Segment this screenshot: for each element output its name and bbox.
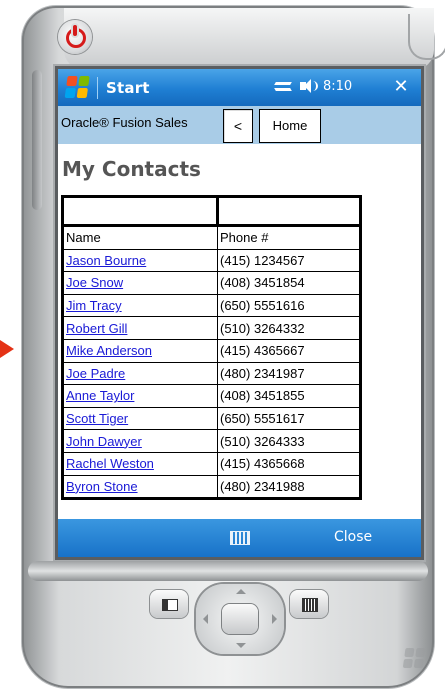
phone-filter-input[interactable]	[221, 200, 359, 222]
column-header-name[interactable]: Name	[61, 225, 218, 250]
filter-row	[61, 195, 362, 227]
contacts-table: Name Phone # Jason Bourne (415) 1234567 …	[61, 195, 362, 501]
contact-phone: (480) 2341987	[217, 361, 362, 386]
contact-name-link[interactable]: Robert Gill	[66, 321, 127, 336]
contact-name-link[interactable]: Byron Stone	[66, 479, 138, 494]
calendar-grid-icon	[302, 598, 318, 612]
contact-phone: (650) 5551617	[217, 406, 362, 431]
contact-card-icon	[162, 599, 178, 611]
table-row: Jason Bourne (415) 1234567	[61, 248, 362, 273]
dpad-action-button[interactable]	[222, 604, 258, 634]
contact-phone: (510) 3264333	[217, 429, 362, 453]
app-header: Oracle® Fusion Sales < Home	[58, 106, 421, 144]
dpad-left-icon	[203, 614, 208, 624]
left-hardware-key[interactable]	[150, 590, 188, 618]
contact-name-link[interactable]: Rachel Weston	[66, 456, 154, 471]
windows-logo-icon	[402, 648, 427, 670]
contact-phone: (408) 3451854	[217, 271, 362, 295]
contact-phone: (415) 4365667	[217, 338, 362, 363]
table-row: Byron Stone (480) 2341988	[61, 474, 362, 501]
contact-phone: (480) 2341988	[217, 474, 362, 501]
status-area: 8:10	[273, 78, 352, 94]
close-icon[interactable]: ✕	[388, 75, 414, 99]
table-row: Jim Tracy (650) 5551616	[61, 293, 362, 318]
dpad-down-icon	[236, 643, 246, 648]
power-button[interactable]	[58, 20, 92, 54]
table-row: Rachel Weston (415) 4365668	[61, 451, 362, 476]
contact-name-link[interactable]: Joe Padre	[66, 366, 125, 381]
table-row: Robert Gill (510) 3264332	[61, 316, 362, 340]
table-row: Joe Snow (408) 3451854	[61, 271, 362, 295]
pointer-arrow	[0, 340, 14, 358]
close-softkey-button[interactable]: Close	[334, 529, 372, 545]
title-separator	[97, 76, 98, 99]
back-button[interactable]: <	[223, 109, 253, 143]
device-lower-band	[28, 561, 428, 581]
contact-name-link[interactable]: Jim Tracy	[66, 298, 122, 313]
power-icon-line	[73, 25, 77, 36]
stylus-slot	[408, 14, 445, 60]
contact-phone: (408) 3451855	[217, 384, 362, 408]
dpad-up-icon	[236, 589, 246, 594]
device-top-bezel	[64, 8, 434, 70]
contact-phone: (415) 1234567	[217, 248, 362, 273]
title-bar: Start 8:10 ✕	[58, 69, 421, 106]
header-row: Name Phone #	[61, 225, 362, 250]
contact-phone: (650) 5551616	[217, 293, 362, 318]
column-header-phone[interactable]: Phone #	[217, 225, 362, 250]
keyboard-icon[interactable]	[230, 531, 250, 545]
table-row: Anne Taylor (408) 3451855	[61, 384, 362, 408]
name-filter-input[interactable]	[66, 200, 216, 222]
windows-start-logo-icon[interactable]	[64, 75, 91, 100]
contact-phone: (415) 4365668	[217, 451, 362, 476]
page-title: My Contacts	[62, 157, 201, 181]
start-menu-label[interactable]: Start	[106, 79, 150, 97]
contact-phone: (510) 3264332	[217, 316, 362, 340]
volume-icon[interactable]	[298, 78, 318, 94]
side-button[interactable]	[32, 70, 42, 210]
contact-name-link[interactable]: Joe Snow	[66, 275, 123, 290]
contact-name-link[interactable]: John Dawyer	[66, 434, 142, 449]
dpad-right-icon	[272, 614, 277, 624]
contact-name-link[interactable]: Anne Taylor	[66, 388, 134, 403]
contact-name-link[interactable]: Mike Anderson	[66, 343, 152, 358]
connectivity-icon[interactable]	[273, 78, 293, 94]
app-name: Oracle® Fusion Sales	[61, 115, 188, 130]
softkey-menu-bar: Close	[58, 519, 421, 557]
contact-name-link[interactable]: Jason Bourne	[66, 253, 146, 268]
home-button[interactable]: Home	[259, 109, 321, 143]
device-screen: Start 8:10 ✕ Oracle® Fusion Sales < Home…	[58, 69, 421, 557]
table-row: Joe Padre (480) 2341987	[61, 361, 362, 386]
table-row: Mike Anderson (415) 4365667	[61, 338, 362, 363]
contact-name-link[interactable]: Scott Tiger	[66, 411, 128, 426]
right-hardware-key[interactable]	[290, 590, 328, 618]
clock-time[interactable]: 8:10	[323, 79, 352, 94]
table-row: Scott Tiger (650) 5551617	[61, 406, 362, 431]
table-row: John Dawyer (510) 3264333	[61, 429, 362, 453]
